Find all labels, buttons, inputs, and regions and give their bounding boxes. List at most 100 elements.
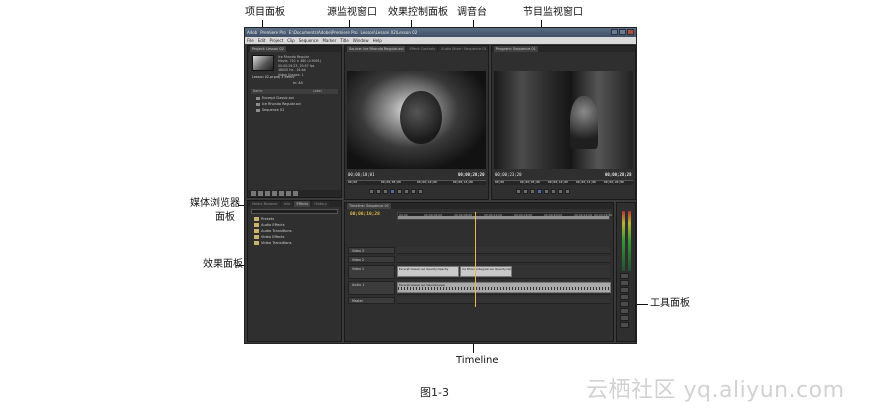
track-header-video2[interactable]: Video 2 [348,256,395,263]
loop-icon[interactable] [404,188,409,194]
set-out-icon[interactable] [523,188,528,194]
ripple-edit-tool-icon[interactable] [620,287,629,293]
list-item[interactable]: Excerpt Classic.avi [256,96,294,101]
rolling-edit-tool-icon[interactable] [620,294,629,300]
video-clip-ice-rhonda[interactable]: Ice Rhonda Regular.avi Opacity:Opacity [460,266,512,277]
track-select-tool-icon[interactable] [620,280,629,286]
track-header-video1[interactable]: Video 1 [348,265,395,279]
effects-folder-video-transitions[interactable]: Video Transitions [254,240,291,246]
step-forward-icon[interactable] [544,188,549,194]
program-time-ruler[interactable]: 00;00 00;00;05;00 00;00;10;00 00;00;15;0… [494,180,633,185]
menu-title[interactable]: Title [340,37,349,44]
project-column-header: Name Label [251,89,338,94]
list-item[interactable]: Sequence 01 [256,108,284,113]
timeline-ruler[interactable]: 00;00 00;00;04;00 00;00;08;00 00;00;12;0… [397,212,612,220]
project-panel: Project: Lesson 02 Ice Rhonda Regular Mo… [247,45,342,198]
list-item[interactable]: Ice Rhonda Regular.avi [256,102,301,107]
tab-effects[interactable]: Effects [294,201,311,207]
source-video-frame[interactable] [347,71,486,169]
effects-search-input[interactable] [251,209,338,214]
step-back-icon[interactable] [530,188,535,194]
track-lane-audio1[interactable]: Excerpt Classic.avi Volume:Level [397,281,611,295]
menu-project[interactable]: Project [269,37,283,44]
menu-marker[interactable]: Marker [322,37,336,44]
set-in-icon[interactable] [516,188,521,194]
extract-icon[interactable] [565,188,570,194]
set-in-icon[interactable] [369,188,374,194]
step-back-icon[interactable] [383,188,388,194]
set-out-icon[interactable] [376,188,381,194]
tab-program[interactable]: Program: Sequence 01 [494,46,538,52]
tab-media-browser[interactable]: Media Browser [250,201,280,207]
callout-audio-mixer: 调音台 [457,7,487,18]
folder-icon [254,229,259,233]
play-icon[interactable] [537,188,542,194]
timeline-panel: Timeline: Sequence 01 00;00;10;28 00;00 … [344,202,614,342]
title-bar: Adob Premiere Pro E:\Documents\Adobe\Premi… [245,28,636,37]
effects-panel: Media Browser Info Effects History Prese… [247,200,342,342]
callout-source-monitor: 源监视窗口 [327,7,377,18]
timeline-playhead[interactable] [475,212,476,307]
hand-tool-icon[interactable] [620,315,629,321]
selection-tool-icon[interactable] [620,273,629,279]
zoom-tool-icon[interactable] [620,322,629,328]
track-header-audio1[interactable]: Audio 1 [348,281,395,295]
minimize-icon[interactable] [611,29,618,35]
track-lane-master[interactable] [397,297,610,304]
list-view-icon[interactable] [251,191,256,196]
new-item-icon[interactable] [286,191,291,196]
track-header-master[interactable]: Master [348,297,395,304]
menu-help[interactable]: Help [373,37,382,44]
automate-icon[interactable] [265,191,270,196]
column-label[interactable]: Label [313,89,322,94]
track-lane-video3[interactable] [397,247,610,254]
track-lane-video2[interactable] [397,256,610,263]
track-header-video3[interactable]: Video 3 [348,247,395,254]
menu-sequence[interactable]: Sequence [299,37,319,44]
callout-media-browser-2: 面板 [215,212,235,223]
clip-info: Ice Rhonda Regular Movie, 720 × 480 (0.9… [278,55,321,77]
menu-file[interactable]: File [247,37,254,44]
lift-icon[interactable] [558,188,563,194]
overlay-icon[interactable] [418,188,423,194]
video-clip-excerpt[interactable]: Excerpt Classic.avi Opacity:Opacity [397,266,459,277]
close-icon[interactable] [627,29,634,35]
sequence-icon [256,108,260,112]
trash-icon[interactable] [293,191,298,196]
find-icon[interactable] [272,191,277,196]
audio-meter-left [622,211,625,271]
tab-history[interactable]: History [312,201,329,207]
track-lane-video1[interactable]: Excerpt Classic.avi Opacity:Opacity Ice … [397,265,610,279]
timeline-timecode[interactable]: 00;00;10;28 [350,212,380,217]
program-timecode-current[interactable]: 00;00;23;20 [495,172,522,177]
new-bin-icon[interactable] [279,191,284,196]
menu-window[interactable]: Window [353,37,369,44]
work-area-bar[interactable] [398,216,609,219]
source-timecode-current[interactable]: 00;00;10;01 [348,172,375,177]
tab-source[interactable]: Source: Ice Rhonda Regular.avi [347,46,406,52]
column-name[interactable]: Name [253,89,262,93]
menu-edit[interactable]: Edit [258,37,266,44]
razor-tool-icon[interactable] [620,301,629,307]
loop-icon[interactable] [551,188,556,194]
play-icon[interactable] [390,188,395,194]
step-forward-icon[interactable] [397,188,402,194]
audio-meter-right [628,211,631,271]
program-timecode-duration: 00;00;28;28 [605,172,632,177]
maximize-icon[interactable] [619,29,626,35]
icon-view-icon[interactable] [258,191,263,196]
insert-icon[interactable] [411,188,416,194]
pen-tool-icon[interactable] [620,308,629,314]
program-video-frame[interactable] [494,71,633,169]
callout-tools-panel: 工具面板 [650,298,690,309]
tab-timeline[interactable]: Timeline: Sequence 01 [347,203,392,209]
tab-effect-controls[interactable]: Effect Controls [407,46,438,52]
tab-audio-mixer[interactable]: Audio Mixer: Sequence 01 [439,46,488,52]
tab-info[interactable]: Info [281,201,293,207]
callout-program-monitor: 节目监视窗口 [523,7,583,18]
tab-project[interactable]: Project: Lesson 02 [250,46,286,52]
audio-clip-excerpt[interactable]: Excerpt Classic.avi Volume:Level [397,282,611,293]
menu-clip[interactable]: Clip [287,37,295,44]
source-time-ruler[interactable]: 00;00 00;00;05;00 00;00;10;00 00;00;15;0… [347,180,486,185]
project-in-filter[interactable]: In: All [293,81,303,86]
